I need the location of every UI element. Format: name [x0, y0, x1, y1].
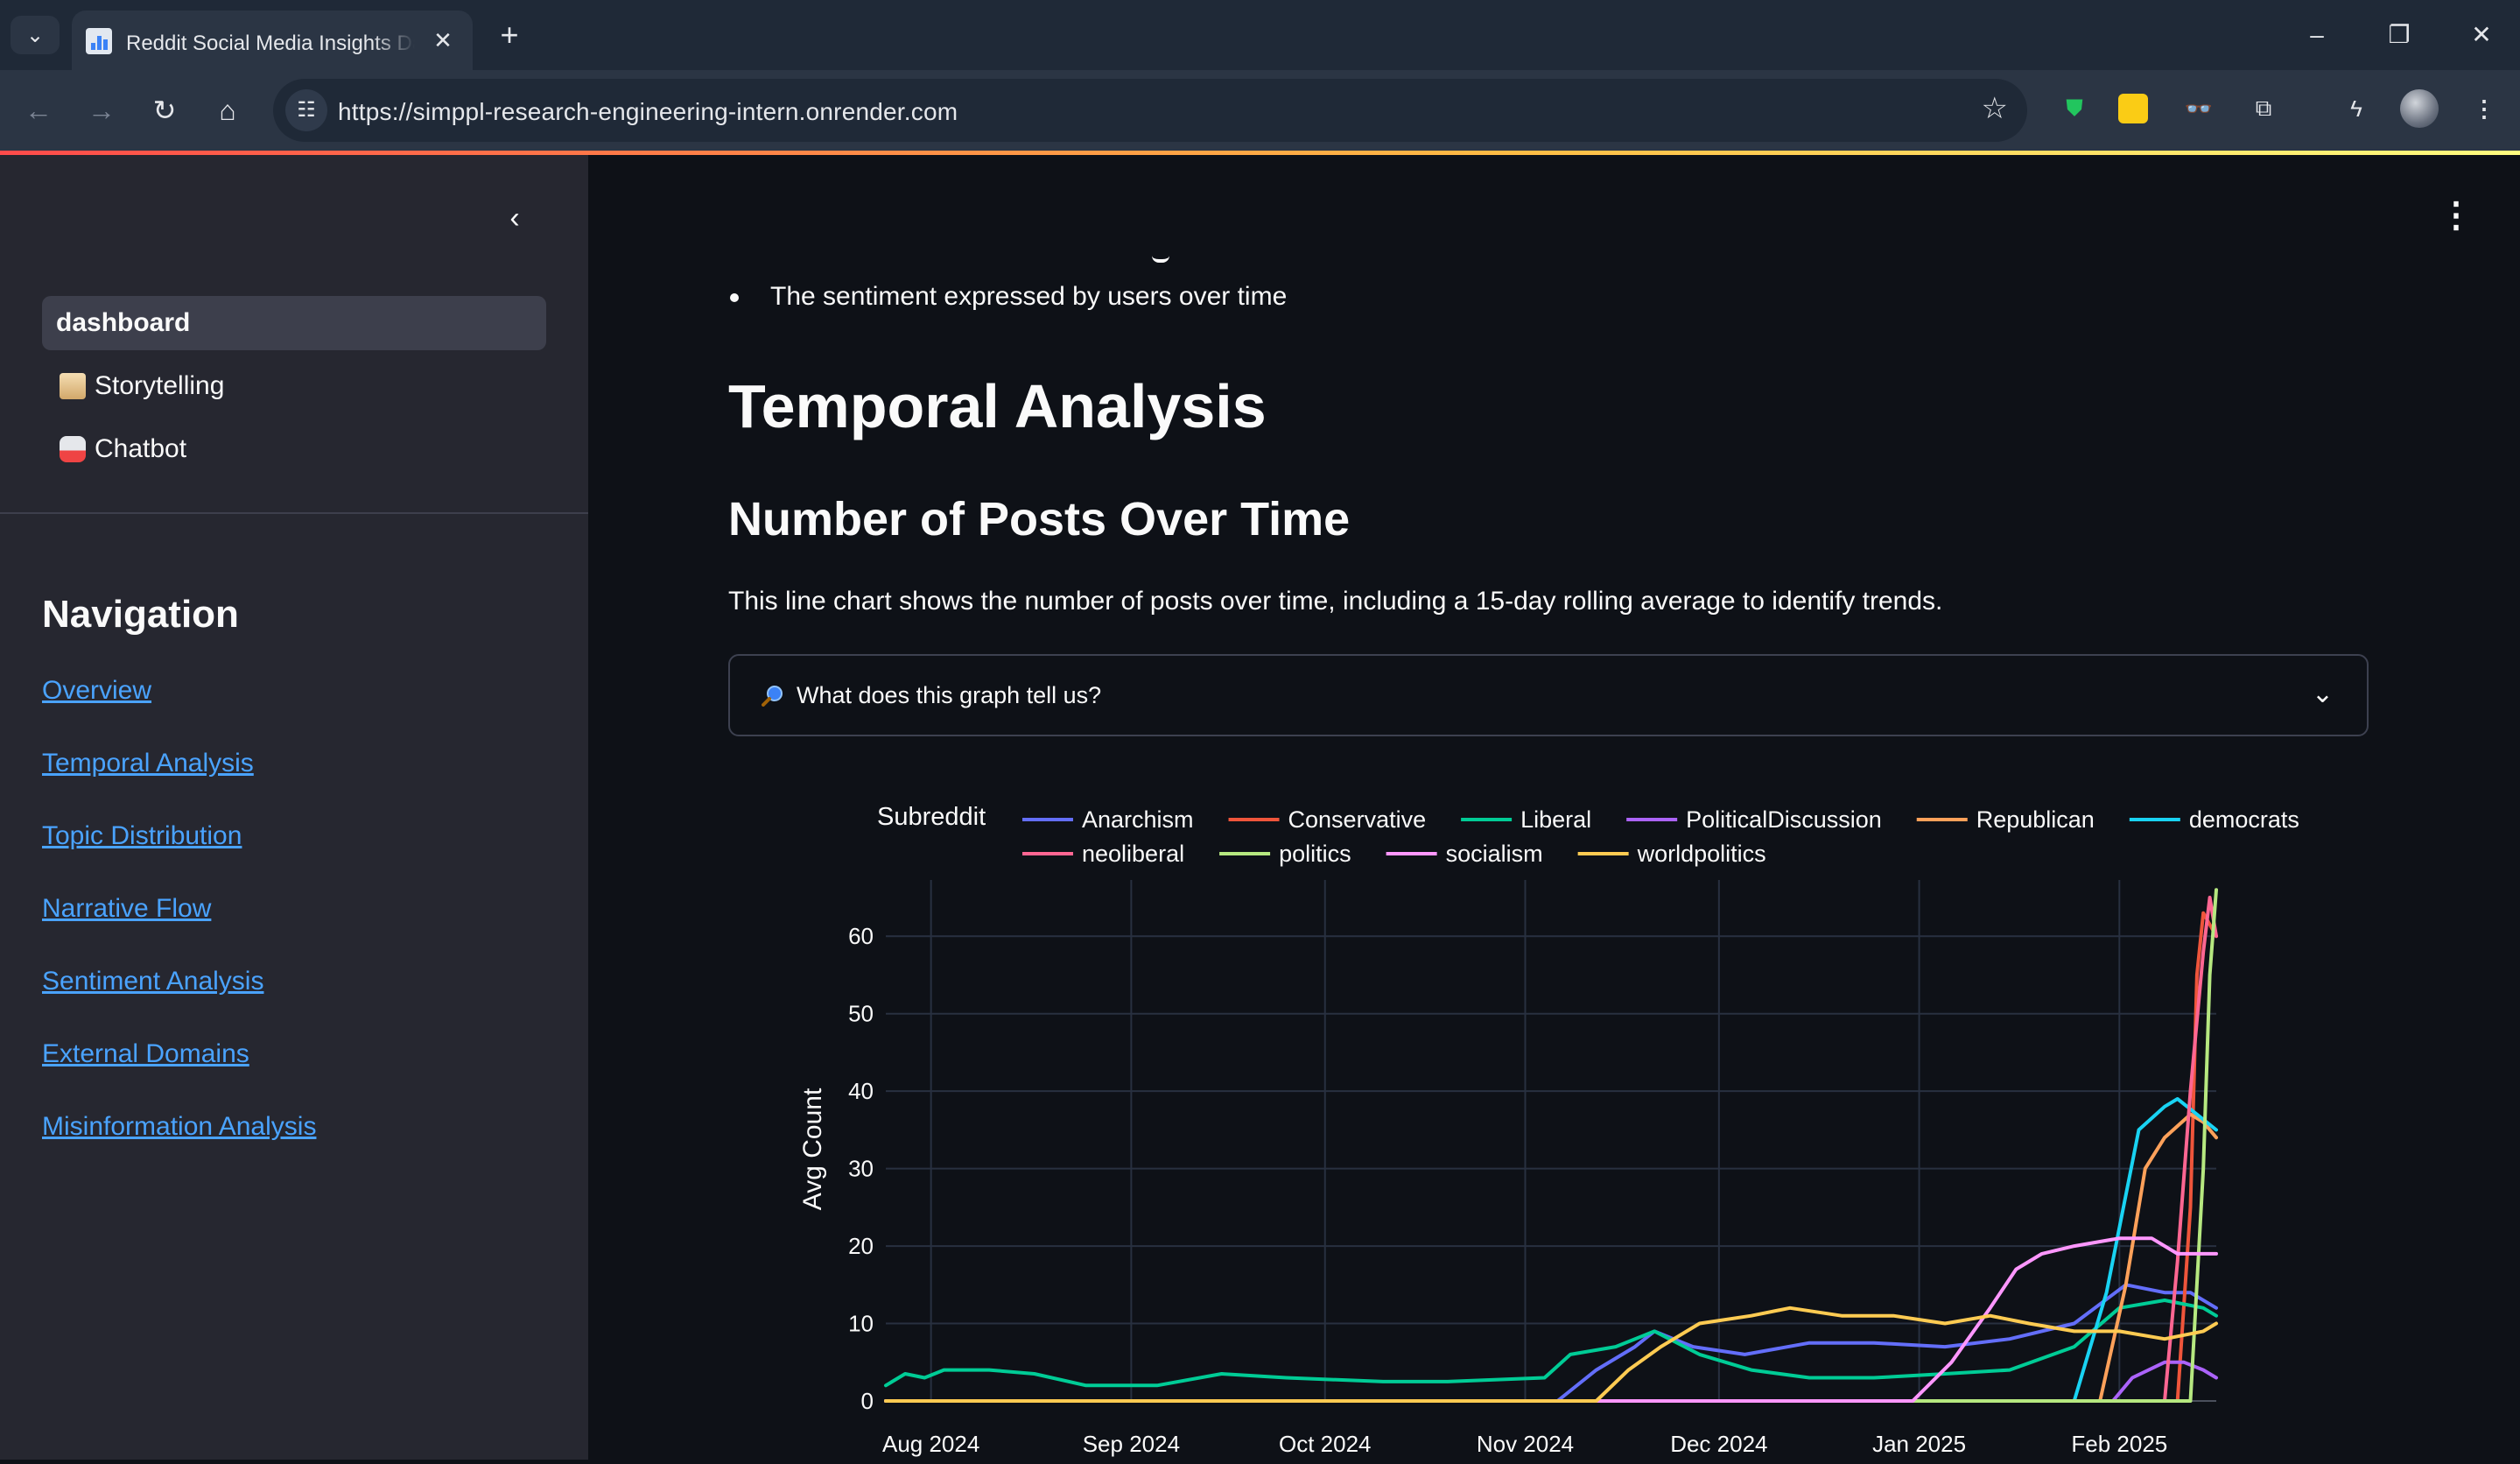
chart-description: This line chart shows the number of post…	[728, 587, 1943, 616]
scroll-emoji-icon	[60, 373, 86, 399]
sidebar-page-label: Storytelling	[95, 371, 225, 400]
navigation-heading: Navigation	[42, 593, 239, 636]
bullet-item: The sentiment expressed by users over ti…	[730, 282, 1287, 312]
expander-label: What does this graph tell us?	[797, 682, 1102, 708]
x-tick-label: Nov 2024	[1477, 1431, 1574, 1457]
url-text: https://simppl-research-engineering-inte…	[338, 98, 958, 125]
profile-avatar[interactable]	[2400, 89, 2439, 128]
new-tab-button[interactable]: +	[490, 16, 529, 54]
posts-over-time-chart[interactable]: 0 10 20 30 40 50 60 Aug 2024 Sep 2024 Oct 2024 Nov…	[735, 779, 2355, 1460]
x-tick-label: Jan 2025	[1872, 1431, 1966, 1457]
legend-item-conservative: Conservative	[1288, 806, 1427, 833]
sidebar: ‹ dashboard Storytelling Chatbot Navigat…	[0, 155, 588, 1460]
sidebar-page-label: Chatbot	[95, 434, 187, 463]
sidebar-page-dashboard[interactable]: dashboard	[42, 296, 546, 350]
chevron-down-icon: ⌄	[25, 23, 45, 47]
x-tick-label: Feb 2025	[2071, 1431, 2167, 1457]
chart-svg: 0 10 20 30 40 50 60 Aug 2024 Sep 2024 Oct 2024 Nov…	[735, 779, 2355, 1460]
legend-item-politics: politics	[1279, 841, 1351, 867]
y-tick-label: 60	[848, 923, 874, 949]
legend-item-liberal: Liberal	[1520, 806, 1591, 833]
nav-link-misinformation-analysis[interactable]: Misinformation Analysis	[42, 1112, 316, 1142]
flash-extension-icon[interactable]: ϟ	[2337, 89, 2376, 128]
nav-link-temporal-analysis[interactable]: Temporal Analysis	[42, 749, 254, 778]
reload-icon[interactable]: ↻	[144, 89, 186, 131]
sidebar-divider	[0, 512, 588, 514]
address-bar[interactable]: ☷ https://simppl-research-engineering-in…	[273, 79, 2027, 142]
tab-title: Reddit Social Media Insights Dashboard	[126, 32, 415, 55]
legend-item-socialism: socialism	[1446, 841, 1543, 867]
nav-link-overview[interactable]: Overview	[42, 676, 151, 706]
close-tab-icon[interactable]: ✕	[427, 25, 459, 56]
x-tick-label: Oct 2024	[1279, 1431, 1372, 1457]
shield-extension-icon[interactable]: ⛊	[2055, 89, 2094, 128]
collapse-sidebar-icon[interactable]: ‹	[497, 201, 532, 236]
y-tick-label: 0	[861, 1388, 874, 1414]
bar-chart-favicon-icon	[86, 28, 112, 54]
browser-tab[interactable]: Reddit Social Media Insights Dashboard ✕	[72, 11, 473, 70]
bullet-dot	[730, 293, 739, 303]
x-tick-label: Dec 2024	[1670, 1431, 1767, 1457]
section-heading: Number of Posts Over Time	[728, 493, 1351, 545]
browser-menu-icon[interactable]: ⋮	[2465, 89, 2503, 128]
y-tick-label: 50	[848, 1001, 874, 1027]
y-axis-label: Avg Count	[798, 1087, 827, 1210]
nav-link-topic-distribution[interactable]: Topic Distribution	[42, 821, 242, 851]
nav-link-external-domains[interactable]: External Domains	[42, 1039, 249, 1069]
back-arrow-icon[interactable]: ←	[18, 89, 60, 131]
sidebar-page-label: dashboard	[56, 308, 191, 337]
bookmark-star-icon[interactable]: ☆	[1982, 91, 2008, 126]
note-extension-icon[interactable]	[2118, 94, 2148, 123]
site-info-icon[interactable]: ☷	[285, 89, 327, 131]
nav-link-sentiment-analysis[interactable]: Sentiment Analysis	[42, 967, 263, 996]
browser-toolbar: ← → ↻ ⌂ ☷ https://simppl-research-engine…	[0, 70, 2520, 151]
legend-item-democrats: democrats	[2189, 806, 2299, 833]
legend-item-neoliberal: neoliberal	[1082, 841, 1184, 867]
glasses-extension-icon[interactable]: 👓	[2180, 89, 2218, 128]
puzzle-extension-icon[interactable]: ⧉	[2244, 89, 2283, 128]
legend-title: Subreddit	[877, 803, 986, 831]
legend-item-politicaldiscussion: PoliticalDiscussion	[1686, 806, 1882, 833]
main-menu-icon[interactable]: ⋮	[2439, 198, 2474, 233]
chart-background	[735, 779, 2355, 1460]
nav-link-narrative-flow[interactable]: Narrative Flow	[42, 894, 211, 924]
chevron-down-icon: ⌄	[2311, 679, 2334, 708]
legend-item-republican: Republican	[1976, 806, 2095, 833]
page-title: Temporal Analysis	[728, 372, 1267, 440]
forward-arrow-icon[interactable]: →	[81, 89, 123, 131]
magnifier-emoji-icon	[762, 686, 783, 707]
legend-item-anarchism: Anarchism	[1082, 806, 1194, 833]
y-tick-label: 30	[848, 1156, 874, 1182]
sidebar-page-storytelling[interactable]: Storytelling	[42, 359, 546, 413]
clipped-text-fragment	[1152, 243, 1169, 263]
y-tick-label: 20	[848, 1233, 874, 1259]
bullet-text: The sentiment expressed by users over ti…	[770, 282, 1288, 311]
y-tick-label: 10	[848, 1311, 874, 1337]
minimize-button[interactable]: –	[2286, 12, 2348, 58]
restore-button[interactable]: ❐	[2369, 12, 2430, 58]
tab-search-button[interactable]: ⌄	[11, 16, 60, 54]
x-tick-label: Sep 2024	[1083, 1431, 1180, 1457]
y-tick-label: 40	[848, 1078, 874, 1104]
robot-emoji-icon	[60, 436, 86, 462]
sidebar-page-chatbot[interactable]: Chatbot	[42, 422, 546, 476]
browser-tab-strip: ⌄ Reddit Social Media Insights Dashboard…	[0, 0, 2520, 70]
x-tick-label: Aug 2024	[882, 1431, 979, 1457]
window-close-button[interactable]: ✕	[2451, 12, 2512, 58]
home-icon[interactable]: ⌂	[207, 89, 249, 131]
graph-explanation-expander[interactable]: What does this graph tell us? ⌄	[728, 654, 2369, 736]
legend-item-worldpolitics: worldpolitics	[1637, 841, 1766, 867]
